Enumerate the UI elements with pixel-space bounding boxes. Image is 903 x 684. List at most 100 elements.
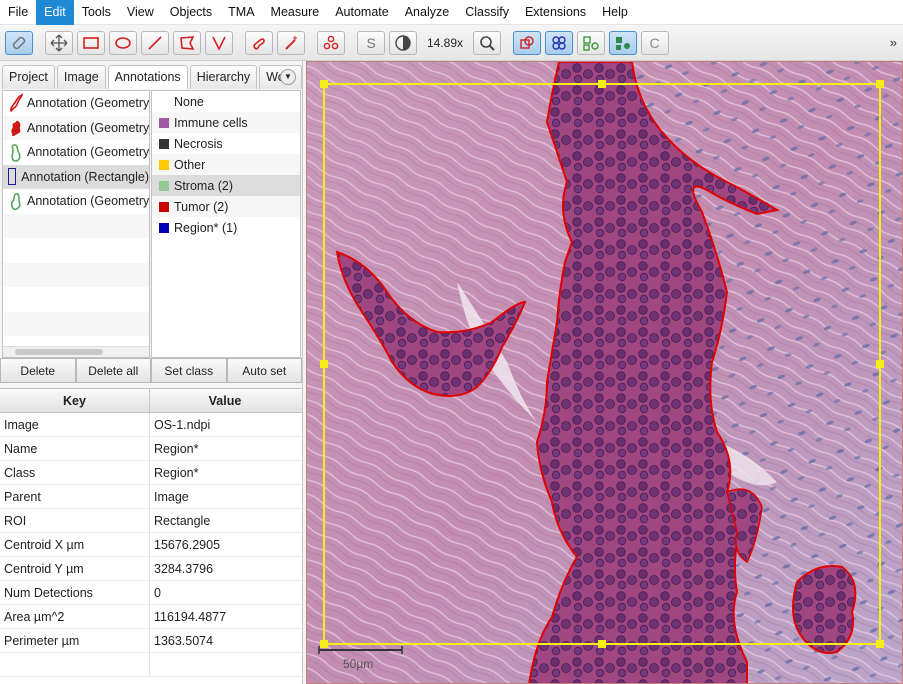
annotation-label: Annotation (Geometry) [27,96,150,111]
menu-file[interactable]: File [0,0,36,25]
image-viewer[interactable]: 50µm [306,61,903,684]
line-tool-button[interactable] [141,30,169,55]
empty-cell [150,653,300,676]
property-value: Rectangle [154,513,211,528]
tab-menu-icon[interactable]: ▼ [280,69,296,85]
table-row[interactable]: Perimeter µm 1363.5074 [0,629,302,653]
resize-handle[interactable] [876,640,884,648]
table-row[interactable]: Name Region* [0,437,302,461]
class-item-immune-cells[interactable]: Immune cells [152,112,300,133]
menu-classify[interactable]: Classify [457,0,517,25]
tab-image[interactable]: Image [56,65,106,89]
move-icon [50,34,68,51]
resize-handle[interactable] [598,80,606,88]
class-item-stroma[interactable]: Stroma (2) [152,175,300,196]
table-row[interactable]: Image OS-1.ndpi [0,413,302,437]
menu-help[interactable]: Help [594,0,636,25]
brush-draw-button[interactable] [245,30,273,55]
rectangle-tool-button[interactable] [77,30,105,55]
show-tma-button[interactable] [545,30,574,55]
class-label: Tumor (2) [174,199,229,214]
table-row[interactable]: Centroid X µm 15676.2905 [0,533,302,557]
show-detections-button[interactable] [577,30,606,55]
menu-edit[interactable]: Edit [36,0,74,25]
key-column-header[interactable]: Key [0,389,150,412]
menu-extensions[interactable]: Extensions [517,0,594,25]
class-item-region[interactable]: Region* (1) [152,217,300,238]
brush-icon [12,36,26,49]
table-row[interactable]: Class Region* [0,461,302,485]
move-tool-button[interactable] [45,30,73,55]
property-value: Region* [154,441,199,456]
property-key: Num Detections [0,581,150,604]
panel-tabs: Project Image Annotations Hierarchy Work [2,65,304,89]
horizontal-scrollbar[interactable] [3,346,149,357]
class-item-tumor[interactable]: Tumor (2) [152,196,300,217]
annotation-label: Annotation (Geometry) [27,145,150,160]
menu-view[interactable]: View [119,0,162,25]
resize-handle[interactable] [320,640,328,648]
show-annotations-button[interactable] [513,30,542,55]
list-item[interactable]: Annotation (Geometry) [3,140,149,165]
resize-handle[interactable] [876,360,884,368]
auto-set-button[interactable]: Auto set [226,358,302,383]
brightness-contrast-button[interactable] [389,30,417,55]
points-tool-button[interactable] [317,30,345,55]
scale-bar-label: 50µm [343,657,373,671]
delete-all-button[interactable]: Delete all [75,358,151,383]
menu-analyze[interactable]: Analyze [397,0,457,25]
list-item[interactable]: Annotation (Geometry) ( [3,189,149,214]
resize-handle[interactable] [876,80,884,88]
delete-button[interactable]: Delete [0,358,76,383]
menu-tma[interactable]: TMA [220,0,262,25]
class-label: Necrosis [174,136,223,151]
annotations-icon [520,35,534,49]
class-list[interactable]: None Immune cells Necrosis Other Stroma … [151,90,301,358]
property-key: Name [0,437,150,460]
menu-tools[interactable]: Tools [74,0,119,25]
brush-tool-button[interactable] [5,30,33,55]
table-row[interactable]: Num Detections 0 [0,581,302,605]
table-row[interactable]: Area µm^2 116194.4877 [0,605,302,629]
value-column-header[interactable]: Value [150,389,300,412]
resize-handle[interactable] [320,360,328,368]
tma-icon [552,35,566,50]
zoom-to-fit-button[interactable] [473,30,502,55]
class-item-necrosis[interactable]: Necrosis [152,133,300,154]
class-item-other[interactable]: Other [152,154,300,175]
set-class-button[interactable]: Set class [151,358,227,383]
svg-text:S: S [367,35,376,51]
tab-annotations[interactable]: Annotations [107,65,188,89]
property-value: 3284.3796 [154,561,214,576]
class-item-none[interactable]: None [152,91,300,112]
menu-measure[interactable]: Measure [263,0,328,25]
list-item[interactable]: Annotation (Geometry) [3,115,149,140]
svg-text:C: C [650,35,660,51]
slide-image[interactable]: 50µm [307,62,903,684]
tab-project[interactable]: Project [2,65,55,89]
class-label: None [174,94,204,109]
show-connections-button[interactable]: C [641,30,670,55]
table-row[interactable]: Parent Image [0,485,302,509]
property-key: Centroid Y µm [0,557,150,580]
list-item[interactable]: Annotation (Geometry) [3,91,149,116]
wand-icon [285,35,297,50]
wand-tool-button[interactable] [277,30,305,55]
scrollbar-thumb[interactable] [15,349,103,355]
resize-handle[interactable] [320,80,328,88]
ellipse-tool-button[interactable] [109,30,137,55]
selection-mode-button[interactable]: S [357,30,385,55]
polygon-tool-button[interactable] [173,30,201,55]
table-row[interactable]: ROI Rectangle [0,509,302,533]
table-row[interactable]: Centroid Y µm 3284.3796 [0,557,302,581]
toolbar-overflow-icon[interactable]: » [890,35,897,50]
resize-handle[interactable] [598,640,606,648]
annotation-list[interactable]: Annotation (Geometry) Annotation (Geomet… [2,90,150,358]
fill-detections-button[interactable] [609,30,638,55]
polyline-tool-button[interactable] [205,30,233,55]
menu-automate[interactable]: Automate [327,0,397,25]
tab-hierarchy[interactable]: Hierarchy [189,65,258,89]
list-item[interactable]: Annotation (Rectangle) [3,164,149,189]
menu-objects[interactable]: Objects [162,0,220,25]
magnifier-icon [480,35,495,51]
